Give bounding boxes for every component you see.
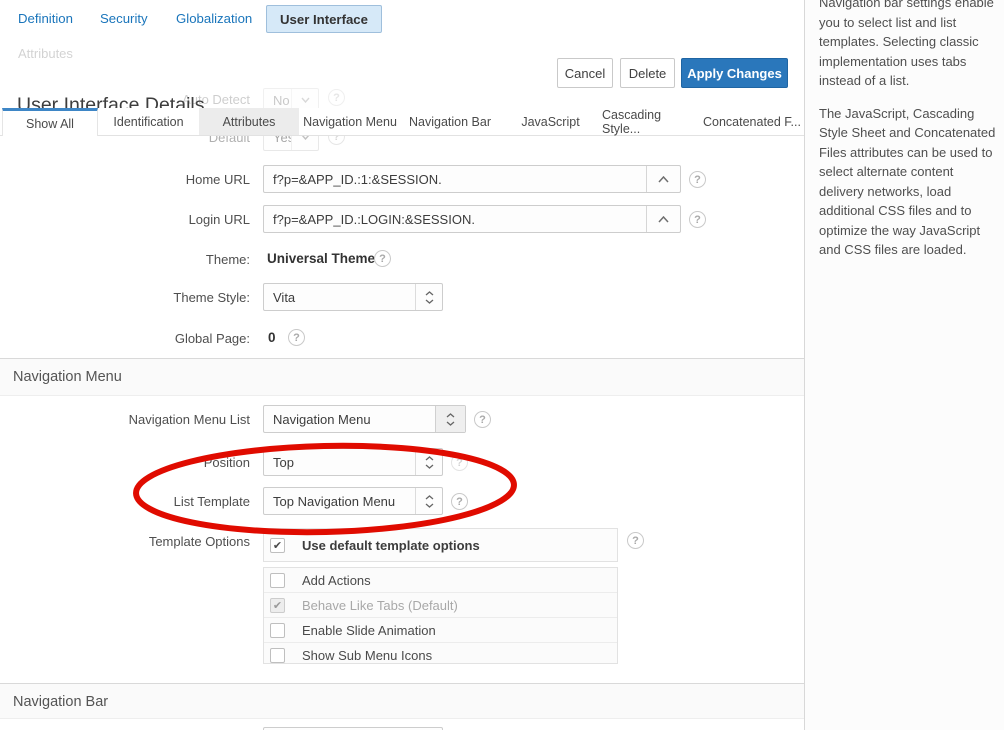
help-icon[interactable]: ?: [374, 250, 391, 267]
home-url-input[interactable]: f?p=&APP_ID.:1:&SESSION.: [263, 165, 681, 193]
help-paragraph: The JavaScript, Cascading Style Sheet an…: [819, 104, 1000, 260]
help-icon[interactable]: ?: [474, 411, 491, 428]
theme-value: Universal Theme: [267, 251, 375, 266]
tab-concatenated-files[interactable]: Concatenated F...: [701, 108, 803, 135]
help-sidebar: Navigation bar settings enable you to se…: [804, 0, 1004, 730]
tab-javascript[interactable]: JavaScript: [499, 108, 602, 135]
global-page-value: 0: [268, 330, 276, 345]
tab-navigation-bar[interactable]: Navigation Bar: [401, 108, 499, 135]
user-interface-details-page: Default Yes ? Definition Security Global…: [0, 0, 1004, 730]
tab-navigation-menu[interactable]: Navigation Menu: [299, 108, 401, 135]
option-row: Behave Like Tabs (Default): [264, 592, 617, 617]
navigation-menu-section-title: Navigation Menu: [13, 369, 122, 385]
navigation-bar-section-header: Navigation Bar: [0, 683, 804, 719]
page-header: Attributes User Interface Details Auto D…: [0, 40, 804, 108]
login-url-input[interactable]: f?p=&APP_ID.:LOGIN:&SESSION.: [263, 205, 681, 233]
select-spinner-icon: [415, 284, 442, 310]
list-template-label: List Template: [12, 494, 250, 509]
add-actions-checkbox[interactable]: [270, 573, 285, 588]
tab-show-all[interactable]: Show All: [2, 108, 98, 136]
use-default-template-options-label: Use default template options: [302, 538, 480, 553]
help-icon[interactable]: ?: [627, 532, 644, 549]
theme-style-value: Vita: [264, 284, 415, 310]
theme-label: Theme:: [12, 252, 250, 267]
option-row: Show Sub Menu Icons: [264, 642, 617, 667]
navigation-bar-section-title: Navigation Bar: [13, 694, 108, 710]
template-options-list-box: Add Actions Behave Like Tabs (Default) E…: [263, 567, 618, 664]
select-spinner-icon: [415, 488, 442, 514]
delete-button[interactable]: Delete: [620, 58, 675, 88]
tab-cascading-style[interactable]: Cascading Style...: [602, 108, 701, 135]
app-tab-bar: Definition Security Globalization User I…: [0, 0, 804, 41]
list-template-value: Top Navigation Menu: [264, 488, 415, 514]
select-spinner-icon: [415, 449, 442, 475]
navigation-menu-section-header: Navigation Menu: [0, 358, 804, 396]
help-icon[interactable]: ?: [689, 171, 706, 188]
navigation-menu-list-label: Navigation Menu List: [12, 412, 250, 427]
navigation-menu-list-select[interactable]: Navigation Menu: [263, 405, 466, 433]
theme-style-select[interactable]: Vita: [263, 283, 443, 311]
chevron-up-icon[interactable]: [646, 166, 680, 192]
help-icon[interactable]: ?: [288, 329, 305, 346]
home-url-label: Home URL: [12, 172, 250, 187]
ghost-region-title: Attributes: [18, 46, 73, 61]
add-actions-label: Add Actions: [302, 573, 371, 588]
select-spinner-icon: [435, 406, 465, 432]
auto-detect-select-value: No: [264, 89, 291, 108]
help-paragraph: Navigation bar settings enable you to se…: [819, 0, 1000, 91]
position-value: Top: [264, 449, 415, 475]
behave-like-tabs-label: Behave Like Tabs (Default): [302, 598, 458, 613]
template-options-default-box: Use default template options: [263, 528, 618, 562]
auto-detect-select[interactable]: No: [263, 88, 319, 108]
login-url-value: f?p=&APP_ID.:LOGIN:&SESSION.: [264, 206, 646, 232]
show-sub-menu-icons-checkbox[interactable]: [270, 648, 285, 663]
chevron-down-icon: [291, 89, 318, 108]
behave-like-tabs-checkbox: [270, 598, 285, 613]
tab-security[interactable]: Security: [100, 11, 148, 26]
home-url-value: f?p=&APP_ID.:1:&SESSION.: [264, 166, 646, 192]
global-page-label: Global Page:: [12, 331, 250, 346]
chevron-up-icon[interactable]: [646, 206, 680, 232]
apply-changes-button[interactable]: Apply Changes: [681, 58, 788, 88]
enable-slide-animation-checkbox[interactable]: [270, 623, 285, 638]
use-default-template-options-checkbox[interactable]: [270, 538, 285, 553]
region-tab-bar: Show All Identification Attributes Navig…: [0, 108, 804, 136]
tab-definition[interactable]: Definition: [18, 11, 73, 26]
login-url-label: Login URL: [12, 212, 250, 227]
template-options-label: Template Options: [12, 534, 250, 549]
enable-slide-animation-label: Enable Slide Animation: [302, 623, 436, 638]
tab-identification[interactable]: Identification: [98, 108, 199, 135]
option-row: Enable Slide Animation: [264, 617, 617, 642]
help-icon[interactable]: ?: [689, 211, 706, 228]
ghost-auto-detect-row: Auto Detect No ?: [0, 91, 804, 108]
help-icon[interactable]: ?: [451, 454, 468, 471]
theme-style-label: Theme Style:: [12, 290, 250, 305]
position-label: Position: [12, 455, 250, 470]
auto-detect-label: Auto Detect: [12, 92, 250, 107]
option-row: Add Actions: [264, 568, 617, 592]
tab-globalization[interactable]: Globalization: [176, 11, 252, 26]
cancel-button[interactable]: Cancel: [557, 58, 613, 88]
help-icon[interactable]: ?: [328, 89, 345, 106]
tab-user-interface[interactable]: User Interface: [266, 5, 382, 33]
show-sub-menu-icons-label: Show Sub Menu Icons: [302, 648, 432, 663]
help-icon[interactable]: ?: [451, 493, 468, 510]
navigation-menu-list-value: Navigation Menu: [264, 406, 435, 432]
tab-attributes[interactable]: Attributes: [199, 108, 299, 135]
list-template-select[interactable]: Top Navigation Menu: [263, 487, 443, 515]
position-select[interactable]: Top: [263, 448, 443, 476]
